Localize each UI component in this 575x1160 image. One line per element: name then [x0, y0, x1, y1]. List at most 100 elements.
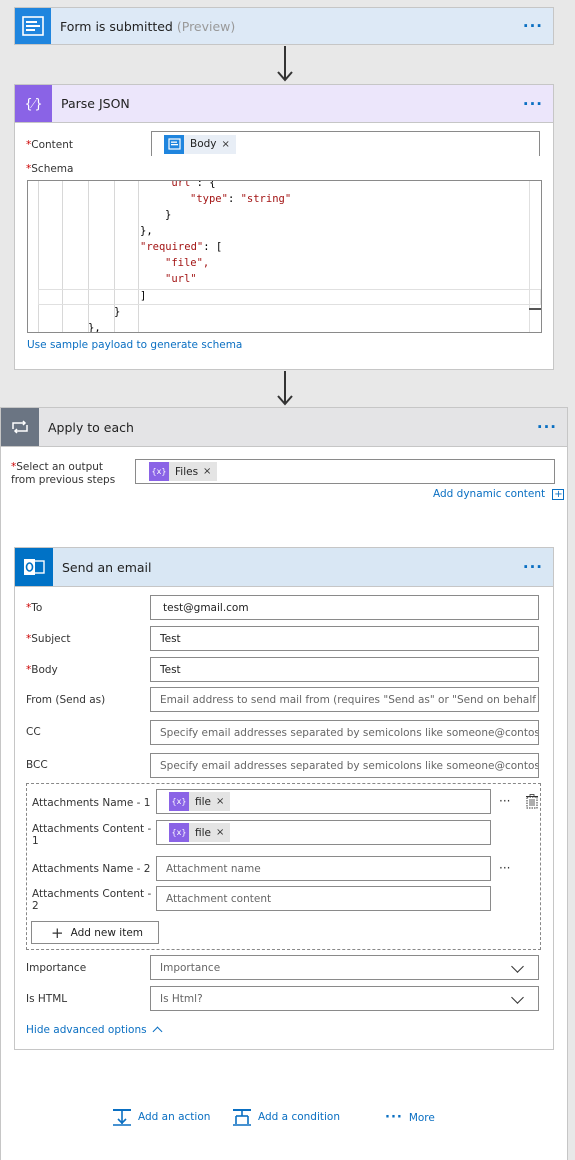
parse-json-card-header[interactable]: {⁄} Parse JSON ··· — [14, 84, 554, 123]
preview-tag: (Preview) — [176, 18, 236, 34]
more-dots-icon: ··· — [385, 1110, 403, 1125]
editor-scroll-thumb[interactable] — [529, 308, 541, 310]
attachments-content-2-field[interactable]: Attachment content — [156, 886, 491, 911]
add-dynamic-content-link[interactable]: Add dynamic content + — [433, 488, 565, 500]
subject-field[interactable]: Test — [150, 626, 539, 651]
from-label: From (Send as) — [26, 694, 106, 706]
subject-label-text: Subject — [31, 633, 71, 645]
bcc-placeholder: Specify email addresses separated by sem… — [160, 759, 539, 772]
send-email-title: Send an email — [62, 559, 152, 575]
attachments-name-1-label: Attachments Name - 1 — [32, 797, 151, 809]
parse-json-icon: {⁄} — [15, 85, 52, 122]
attachments-name-2-field[interactable]: Attachment name — [156, 856, 491, 881]
send-email-header[interactable]: Send an email ··· — [14, 547, 554, 587]
select-output-label-line2: from previous steps — [11, 474, 116, 486]
chevron-down-icon — [511, 991, 524, 1004]
delete-item-icon[interactable] — [525, 794, 539, 809]
attachments-name-2-label: Attachments Name - 2 — [32, 863, 151, 875]
file-token-remove-icon[interactable]: × — [216, 827, 224, 838]
trigger-title: Form is submitted — [60, 18, 173, 34]
schema-editor[interactable]: "url": { "type": "string" } }, "required… — [27, 180, 542, 333]
attachments-content-1-field[interactable]: {x} file × — [156, 820, 491, 845]
from-field[interactable]: Email address to send mail from (require… — [150, 687, 539, 712]
content-label: *Content — [26, 139, 73, 151]
body-field[interactable]: Test — [150, 657, 539, 682]
attachment-row-more-button[interactable]: ··· — [499, 861, 510, 875]
more-button[interactable]: ··· More — [385, 1110, 435, 1125]
chevron-up-icon — [152, 1026, 163, 1037]
trigger-more-button[interactable]: ··· — [523, 17, 543, 35]
add-dynamic-content-text: Add dynamic content — [433, 488, 546, 500]
sample-payload-link[interactable]: Use sample payload to generate schema — [27, 339, 242, 351]
code-line: } — [165, 209, 172, 221]
arrow-head-icon — [277, 395, 293, 406]
to-label-text: To — [31, 602, 43, 614]
arrow-head-icon — [277, 71, 293, 82]
to-field[interactable]: test@gmail.com — [150, 595, 539, 620]
more-label: More — [408, 1111, 435, 1124]
send-email-more-button[interactable]: ··· — [523, 558, 543, 576]
file-token[interactable]: {x} file × — [169, 823, 231, 842]
code-line: "url": { — [165, 180, 216, 189]
plus-icon: + — [51, 923, 64, 942]
trigger-card-header[interactable]: Form is submitted (Preview) ··· — [14, 7, 554, 45]
apply-each-more-button[interactable]: ··· — [537, 418, 557, 436]
file-token-label: file — [195, 795, 211, 808]
hide-advanced-options-link[interactable]: Hide advanced options — [26, 1024, 163, 1037]
from-placeholder: Email address to send mail from (require… — [160, 693, 539, 706]
add-condition-label: Add a condition — [258, 1111, 340, 1123]
content-field[interactable]: Body × — [151, 131, 540, 156]
attachment-row-more-button[interactable]: ··· — [499, 794, 510, 808]
chevron-down-icon — [511, 960, 524, 973]
current-line-highlight — [38, 289, 541, 305]
code-line: "url" — [165, 273, 197, 285]
attachments-content-2-placeholder: Attachment content — [166, 892, 272, 905]
files-token-label: Files — [175, 465, 199, 478]
parse-json-title: Parse JSON — [61, 96, 130, 111]
parse-json-more-button[interactable]: ··· — [523, 95, 543, 113]
file-token[interactable]: {x} file × — [169, 792, 231, 811]
attachments-content-1-label: Attachments Content - 1 — [32, 823, 151, 847]
is-html-dropdown[interactable]: Is Html? — [150, 986, 539, 1011]
importance-dropdown[interactable]: Importance — [150, 955, 539, 980]
add-action-button[interactable]: Add an action — [112, 1108, 210, 1126]
code-line: } — [114, 306, 121, 318]
file-token-remove-icon[interactable]: × — [216, 796, 224, 807]
files-token[interactable]: {x} Files × — [149, 462, 218, 481]
body-label: *Body — [26, 664, 58, 676]
file-token-label: file — [195, 826, 211, 839]
add-new-item-button[interactable]: + Add new item — [31, 921, 159, 944]
add-condition-icon — [233, 1109, 251, 1126]
loop-icon — [1, 408, 39, 446]
body-token-label: Body — [190, 138, 217, 150]
expression-token-icon: {x} — [169, 823, 189, 842]
bcc-field[interactable]: Specify email addresses separated by sem… — [150, 753, 539, 778]
cc-label: CC — [26, 726, 41, 738]
code-line: }, — [140, 225, 153, 237]
code-line: }, — [88, 322, 101, 333]
bcc-label: BCC — [26, 759, 48, 771]
add-action-icon — [113, 1109, 131, 1126]
expression-token-icon: {x} — [149, 462, 169, 481]
code-line: "type": "string" — [190, 193, 292, 205]
attachments-content-2-label: Attachments Content - 2 — [32, 888, 151, 912]
body-token-remove-icon[interactable]: × — [222, 139, 230, 150]
attachments-name-1-field[interactable]: {x} file × — [156, 789, 491, 814]
body-token[interactable]: Body × — [164, 134, 236, 154]
cc-field[interactable]: Specify email addresses separated by sem… — [150, 720, 539, 745]
apply-each-header[interactable]: Apply to each ··· — [0, 407, 568, 447]
code-line: "required": [ — [140, 241, 223, 253]
add-condition-button[interactable]: Add a condition — [232, 1108, 340, 1126]
files-token-remove-icon[interactable]: × — [203, 466, 211, 477]
is-html-placeholder: Is Html? — [160, 992, 203, 1005]
attachments-content-2-label-line2: 2 — [32, 900, 39, 912]
attachments-content-2-label-line1: Attachments Content - — [32, 888, 152, 900]
select-output-field[interactable]: {x} Files × — [135, 459, 555, 484]
cc-placeholder: Specify email addresses separated by sem… — [160, 726, 539, 739]
add-action-label: Add an action — [138, 1111, 211, 1123]
hide-advanced-text: Hide advanced options — [26, 1024, 147, 1036]
parse-json-body: *Content Body × *Schema "url": { "type":… — [14, 123, 554, 370]
attachments-content-1-label-line1: Attachments Content - — [32, 823, 152, 835]
attachments-name-2-placeholder: Attachment name — [166, 862, 261, 875]
attachments-content-1-label-line2: 1 — [32, 835, 39, 847]
